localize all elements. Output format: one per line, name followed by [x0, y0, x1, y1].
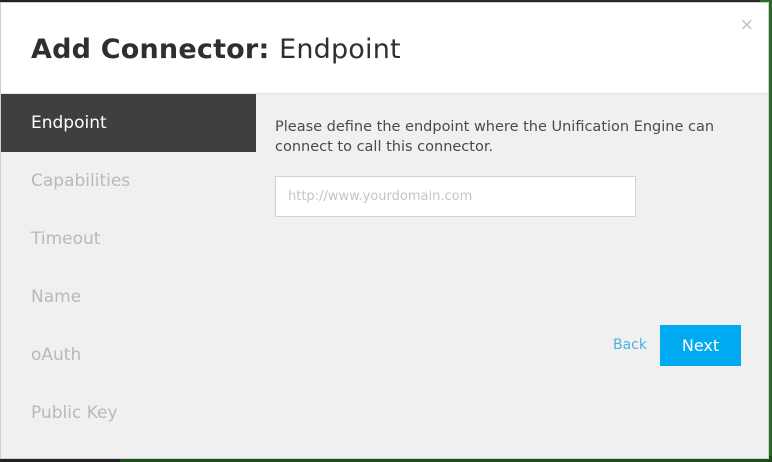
- modal-title-prefix: Add Connector:: [31, 34, 270, 65]
- sidebar-item-timeout[interactable]: Timeout: [1, 210, 256, 268]
- modal-title: Add Connector: Endpoint: [31, 34, 401, 65]
- add-connector-modal: Add Connector: Endpoint × Endpoint Capab…: [0, 2, 769, 459]
- wizard-steps-sidebar: Endpoint Capabilities Timeout Name oAuth…: [1, 94, 256, 458]
- next-button[interactable]: Next: [660, 325, 741, 366]
- sidebar-item-public-key[interactable]: Public Key: [1, 384, 256, 442]
- sidebar-item-capabilities[interactable]: Capabilities: [1, 152, 256, 210]
- sidebar-item-name[interactable]: Name: [1, 268, 256, 326]
- close-icon[interactable]: ×: [740, 17, 754, 34]
- modal-header: Add Connector: Endpoint ×: [1, 3, 768, 94]
- back-button[interactable]: Back: [613, 337, 647, 353]
- sidebar-item-oauth[interactable]: oAuth: [1, 326, 256, 384]
- endpoint-description: Please define the endpoint where the Uni…: [275, 119, 715, 155]
- step-content: Please define the endpoint where the Uni…: [256, 94, 768, 458]
- endpoint-url-input[interactable]: [275, 176, 636, 217]
- modal-title-step: Endpoint: [279, 34, 401, 65]
- sidebar-item-endpoint[interactable]: Endpoint: [1, 94, 256, 152]
